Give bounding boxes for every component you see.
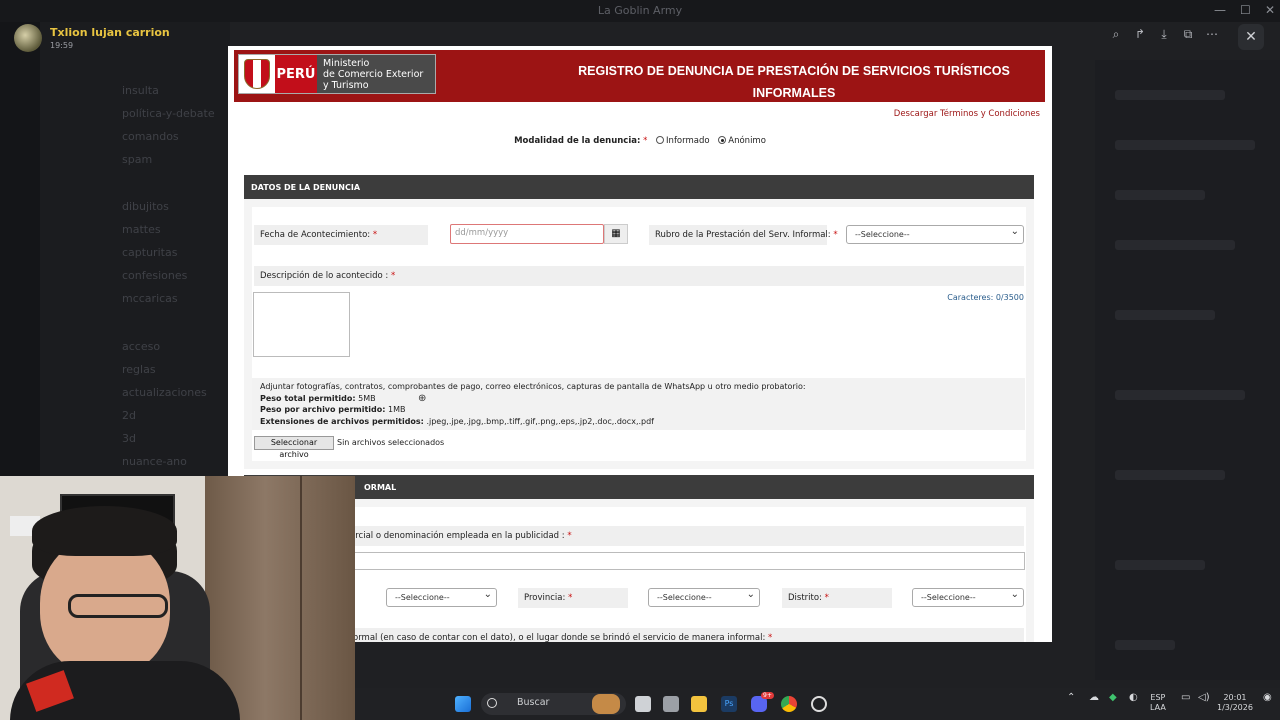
business-name-label: ercial o denominación empleada en la pub… — [344, 526, 1024, 546]
description-label: Descripción de lo acontecido : * — [254, 266, 1024, 286]
maximize-icon[interactable]: ☐ — [1240, 3, 1251, 17]
channel-item[interactable]: mccaricas — [122, 292, 178, 310]
calendar-icon[interactable]: ▦ — [604, 224, 628, 244]
channel-item[interactable]: mattes — [122, 223, 161, 241]
upload-time: 19:59 — [50, 41, 74, 50]
channel-item[interactable]: insulta — [122, 84, 159, 102]
close-window-icon[interactable]: ✕ — [1265, 3, 1275, 17]
business-name-input[interactable] — [252, 552, 1025, 570]
terms-link[interactable]: Descargar Términos y Condiciones — [894, 109, 1040, 119]
logo-ministry-text: Ministerio de Comercio Exterior y Turism… — [317, 55, 435, 93]
provincia-select[interactable]: --Seleccione-- — [648, 588, 760, 607]
channel-item[interactable]: acceso — [122, 340, 160, 358]
channel-item[interactable]: comandos — [122, 130, 179, 148]
app-icon[interactable] — [663, 696, 679, 712]
date-label: Fecha de Acontecimiento: * — [254, 225, 428, 245]
tray-shield-icon[interactable]: ◆ — [1109, 693, 1117, 703]
viewer-toolbar: ⌕ ↱ ⤓ ⧉ ⋯ — [1108, 26, 1220, 42]
file-status: Sin archivos seleccionados — [337, 438, 445, 447]
zoom-icon[interactable]: ⌕ — [1108, 26, 1124, 42]
header-banner: PERÚ Ministerio de Comercio Exterior y T… — [234, 50, 1045, 102]
file-explorer-icon[interactable] — [691, 696, 707, 712]
place-label: formal (en caso de contar con el dato), … — [344, 628, 1024, 642]
radio-anonimo[interactable] — [718, 136, 727, 144]
distrito-select[interactable]: --Seleccione-- — [912, 588, 1024, 607]
channel-item[interactable]: nuance-ano — [122, 455, 187, 473]
close-viewer-button[interactable]: ✕ — [1238, 24, 1264, 50]
member-list — [1095, 60, 1280, 680]
tray-cloud-icon[interactable]: ☁ — [1089, 693, 1099, 703]
search-icon — [487, 698, 497, 708]
language-indicator[interactable]: ESP LAA — [1150, 693, 1166, 713]
peru-shield-icon — [239, 55, 275, 93]
channel-item[interactable]: 3d — [122, 432, 136, 450]
volume-icon[interactable]: ◁) — [1198, 693, 1210, 703]
window-title: La Goblin Army — [597, 4, 683, 17]
channel-item[interactable]: 2d — [122, 409, 136, 427]
task-view-icon[interactable] — [635, 696, 651, 712]
channel-item[interactable]: spam — [122, 153, 152, 171]
photoshop-icon[interactable]: Ps — [721, 696, 737, 712]
character-counter: Caracteres: 0/3500 — [947, 293, 1024, 302]
uploader-info: Txlion lujan carrion 19:59 — [14, 24, 170, 52]
description-textarea[interactable] — [253, 292, 350, 357]
clock[interactable]: 20:01 1/3/2026 — [1217, 693, 1253, 713]
channel-item[interactable]: reglas — [122, 363, 156, 381]
widget-icon[interactable] — [592, 694, 620, 714]
logo-peru-text: PERÚ — [275, 55, 317, 93]
informal-panel — [244, 499, 1034, 642]
section-header-informal: ORMAL — [244, 475, 1034, 499]
date-input[interactable]: dd/mm/yyyy — [450, 224, 604, 244]
page-title: REGISTRO DE DENUNCIA DE PRESTACIÓN DE SE… — [578, 64, 1010, 100]
minimize-icon[interactable]: — — [1214, 3, 1226, 17]
attachment-info: Adjuntar fotografías, contratos, comprob… — [252, 378, 1025, 430]
departamento-select[interactable]: --Seleccione-- — [386, 588, 497, 607]
distrito-label: Distrito: * — [782, 588, 892, 608]
more-icon[interactable]: ⋯ — [1204, 26, 1220, 42]
taskbar: Buscar Ps 9+ ⌃ ☁ ◆ ◐ ESP LAA ▭ ◁) 20:01 1/… — [355, 688, 1280, 720]
modality-label: Modalidad de la denuncia: — [514, 136, 641, 146]
rubro-select[interactable]: --Seleccione-- — [846, 225, 1024, 244]
forward-icon[interactable]: ↱ — [1132, 26, 1148, 42]
tray-chevron-icon[interactable]: ⌃ — [1067, 693, 1075, 703]
discord-badge: 9+ — [761, 692, 774, 699]
provincia-label: Provincia: * — [518, 588, 628, 608]
avatar[interactable] — [14, 24, 42, 52]
channel-item[interactable]: dibujitos — [122, 200, 169, 218]
radio-informado[interactable] — [656, 136, 665, 144]
section-header-denuncia: DATOS DE LA DENUNCIA — [244, 175, 1034, 199]
radio-anonimo-label: Anónimo — [728, 136, 766, 146]
zoom-cursor-icon: ⊕ — [418, 393, 427, 404]
tray-app-icon[interactable]: ◐ — [1129, 693, 1138, 703]
channel-item[interactable]: confesiones — [122, 269, 187, 287]
title-bar: La Goblin Army — ☐ ✕ — [0, 0, 1280, 22]
start-icon[interactable] — [455, 696, 471, 712]
channel-item[interactable]: capturitas — [122, 246, 177, 264]
open-external-icon[interactable]: ⧉ — [1180, 26, 1196, 42]
radio-informado-label: Informado — [666, 136, 710, 146]
network-icon[interactable]: ▭ — [1181, 693, 1190, 703]
chrome-icon[interactable] — [781, 696, 797, 712]
rubro-label: Rubro de la Prestación del Serv. Informa… — [649, 225, 838, 245]
discord-app: La Goblin Army — ☐ ✕ insulta política-y-d… — [0, 0, 1280, 720]
webcam-overlay — [0, 476, 355, 720]
channel-item[interactable]: actualizaciones — [122, 386, 207, 404]
channel-item[interactable]: política-y-debate — [122, 107, 215, 125]
notification-icon[interactable]: ◉ — [1263, 693, 1272, 703]
select-file-button[interactable]: Seleccionar archivo — [254, 436, 334, 459]
download-icon[interactable]: ⤓ — [1156, 26, 1172, 42]
app-circle-icon[interactable] — [811, 696, 827, 712]
uploader-name[interactable]: Txlion lujan carrion — [50, 26, 170, 39]
ministry-logo[interactable]: PERÚ Ministerio de Comercio Exterior y T… — [238, 54, 436, 94]
modality-row: Modalidad de la denuncia: * Informado An… — [514, 136, 766, 146]
